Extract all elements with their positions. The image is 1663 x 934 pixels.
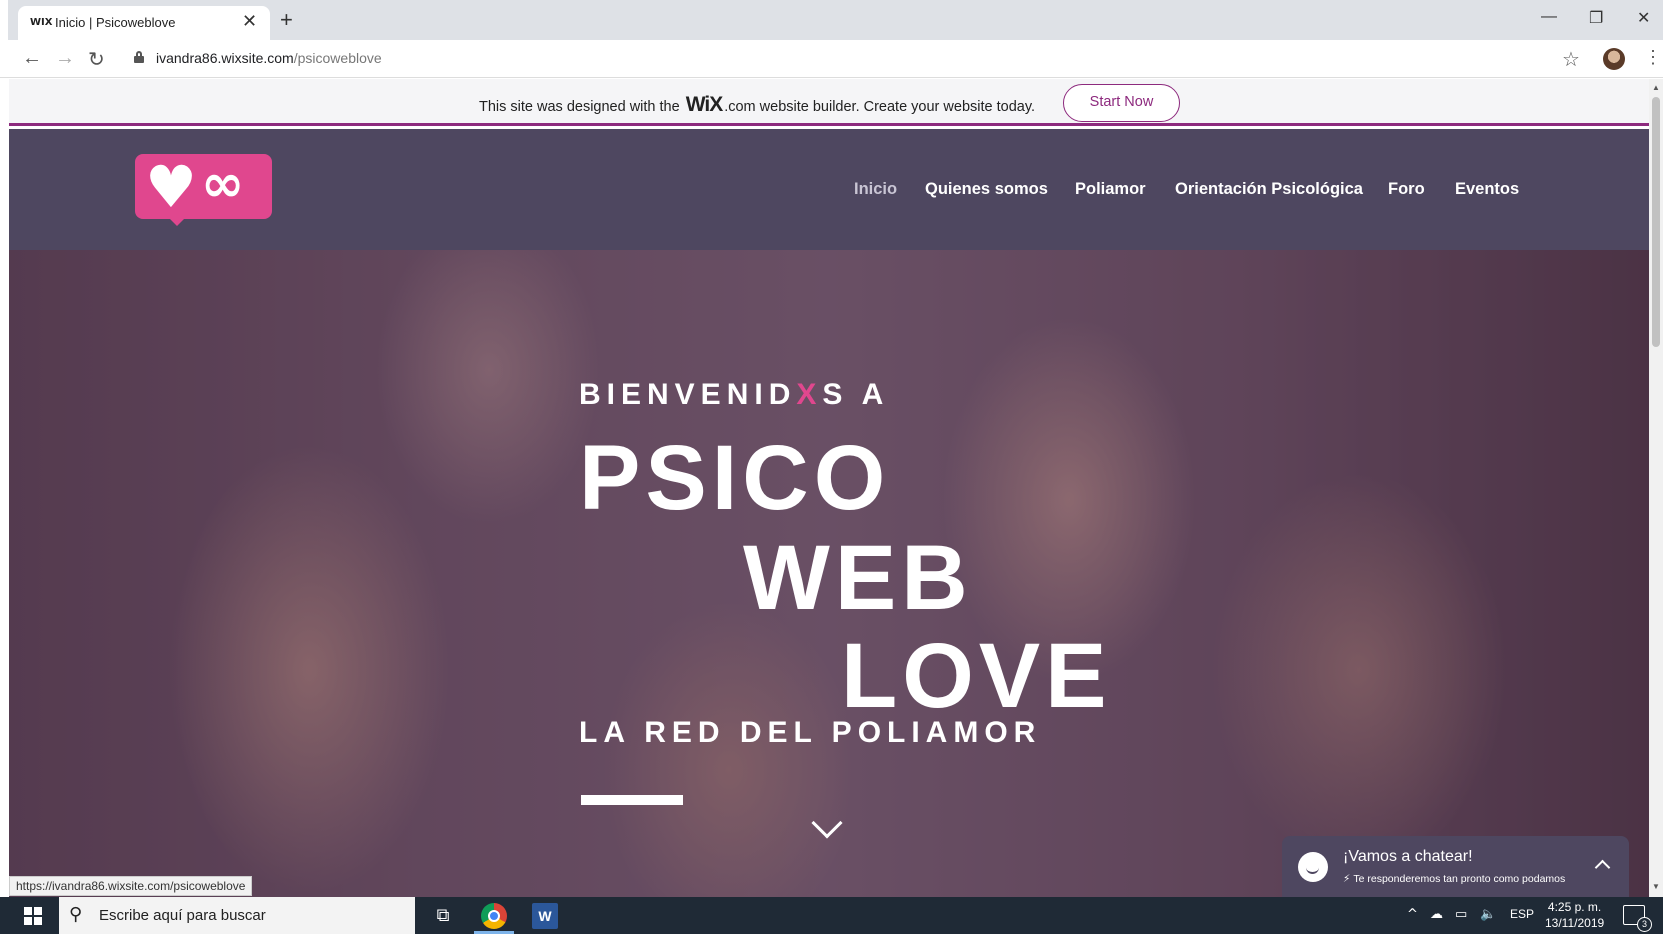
restore-button[interactable]: ❐ [1589, 8, 1603, 28]
chat-subtitle: Te responderemos tan pronto como podamos [1353, 873, 1566, 885]
infinity-icon: ∞ [201, 154, 245, 214]
scrollbar-thumb[interactable] [1652, 97, 1660, 347]
hero-title-psico: PSICO [579, 427, 891, 529]
wix-banner-message: This site was designed with the WiX .com … [479, 93, 1035, 117]
language-indicator[interactable]: ESP [1510, 907, 1534, 921]
url-domain: ivandra86.wixsite.com [156, 50, 294, 66]
taskbar-search[interactable]: ⚲ Escribe aquí para buscar [59, 897, 415, 934]
wix-logo: WiX [685, 93, 723, 116]
reload-button[interactable]: ↻ [88, 47, 105, 72]
window-close-button[interactable]: ✕ [1637, 8, 1650, 28]
nav-item-foro[interactable]: Foro [1388, 180, 1425, 199]
welcome-prefix: BIENVENID [579, 378, 797, 411]
scroll-up-arrow-icon[interactable]: ▲ [1652, 83, 1660, 92]
bolt-icon: ⚡ [1343, 873, 1351, 885]
chrome-icon[interactable] [481, 903, 507, 929]
page-scrollbar[interactable]: ▲ ▼ [1649, 79, 1663, 897]
chat-widget[interactable]: ¡Vamos a chatear! ⚡ Te responderemos tan … [1282, 836, 1629, 897]
clock-time: 4:25 p. m. [1547, 900, 1602, 914]
welcome-suffix: S A [822, 378, 890, 411]
wix-banner-text-after: .com website builder. Create your websit… [724, 99, 1036, 115]
chat-smiley-icon [1298, 852, 1328, 882]
wix-favicon-icon: WIX [30, 17, 53, 28]
taskbar-clock[interactable]: 4:25 p. m. 13/11/2019 [1545, 899, 1604, 931]
hero-title-love: LOVE [841, 625, 1112, 727]
chat-title: ¡Vamos a chatear! [1343, 848, 1473, 865]
nav-item-inicio[interactable]: Inicio [854, 180, 897, 199]
browser-tab-strip: WIX Inicio | Psicoweblove ✕ + — ❐ ✕ [0, 0, 1663, 40]
address-bar[interactable]: ivandra86.wixsite.com/psicoweblove [156, 50, 382, 66]
status-url: https://ivandra86.wixsite.com/psicoweblo… [9, 876, 253, 896]
windows-taskbar: ⚲ Escribe aquí para buscar ⧉ W ^ ☁ ▭ 🔈 E… [0, 897, 1663, 934]
nav-item-orientacion-psicologica[interactable]: Orientación Psicológica [1175, 180, 1363, 199]
search-icon: ⚲ [69, 904, 83, 925]
volume-icon[interactable]: 🔈 [1480, 907, 1496, 922]
profile-avatar[interactable] [1603, 48, 1625, 70]
network-icon[interactable]: ▭ [1455, 907, 1467, 922]
hero-welcome: BIENVENIDXS A [579, 378, 889, 412]
chat-subtitle-row: ⚡ Te responderemos tan pronto como podamo… [1343, 873, 1565, 885]
tab-close-icon[interactable]: ✕ [242, 11, 257, 32]
welcome-x: X [796, 378, 823, 411]
nav-item-eventos[interactable]: Eventos [1455, 180, 1519, 199]
wix-banner-text-before: This site was designed with the [479, 99, 684, 115]
notification-center-icon[interactable]: 3 [1623, 905, 1652, 932]
tray-chevron-icon[interactable]: ^ [1407, 907, 1418, 922]
back-button[interactable]: ← [22, 47, 42, 70]
window-edge [0, 0, 8, 40]
minimize-button[interactable]: — [1541, 8, 1557, 26]
word-icon[interactable]: W [532, 903, 558, 929]
nav-item-poliamor[interactable]: Poliamor [1075, 180, 1146, 199]
lock-icon [134, 51, 144, 63]
url-path: /psicoweblove [293, 50, 382, 66]
logo-speech-tail [165, 214, 189, 226]
clock-date: 13/11/2019 [1545, 916, 1605, 930]
hero-tagline: LA RED DEL POLIAMOR [579, 716, 1042, 749]
hero-section: BIENVENIDXS A PSICO WEB LOVE LA RED DEL … [9, 250, 1649, 897]
heart-icon: ♥ [145, 153, 197, 221]
wix-banner: This site was designed with the WiX .com … [9, 79, 1649, 126]
site-header: ♥ ∞ Inicio Quienes somos Poliamor Orient… [9, 129, 1649, 250]
start-now-button[interactable]: Start Now [1063, 84, 1180, 122]
tab-title: Inicio | Psicoweblove [55, 15, 176, 30]
forward-button[interactable]: → [55, 47, 75, 70]
bookmark-star-icon[interactable]: ☆ [1562, 47, 1580, 72]
browser-menu-icon[interactable]: ⋮ [1644, 47, 1662, 68]
taskbar-search-placeholder: Escribe aquí para buscar [99, 907, 266, 924]
browser-tab[interactable]: WIX Inicio | Psicoweblove ✕ [18, 6, 270, 40]
hero-title-web: WEB [743, 527, 973, 629]
task-view-icon[interactable]: ⧉ [430, 903, 456, 929]
notification-count: 3 [1637, 917, 1652, 932]
chat-expand-icon[interactable] [1594, 859, 1611, 876]
hero-underline [581, 795, 683, 805]
scroll-down-arrow-icon[interactable]: ▼ [1652, 882, 1660, 891]
nav-item-quienes-somos[interactable]: Quienes somos [925, 180, 1048, 199]
onedrive-icon[interactable]: ☁ [1430, 907, 1443, 922]
new-tab-button[interactable]: + [280, 7, 293, 33]
browser-toolbar: ← → ↻ ivandra86.wixsite.com/psicoweblove… [0, 40, 1663, 78]
site-logo[interactable]: ♥ ∞ [135, 153, 272, 226]
windows-start-icon[interactable] [24, 907, 42, 925]
